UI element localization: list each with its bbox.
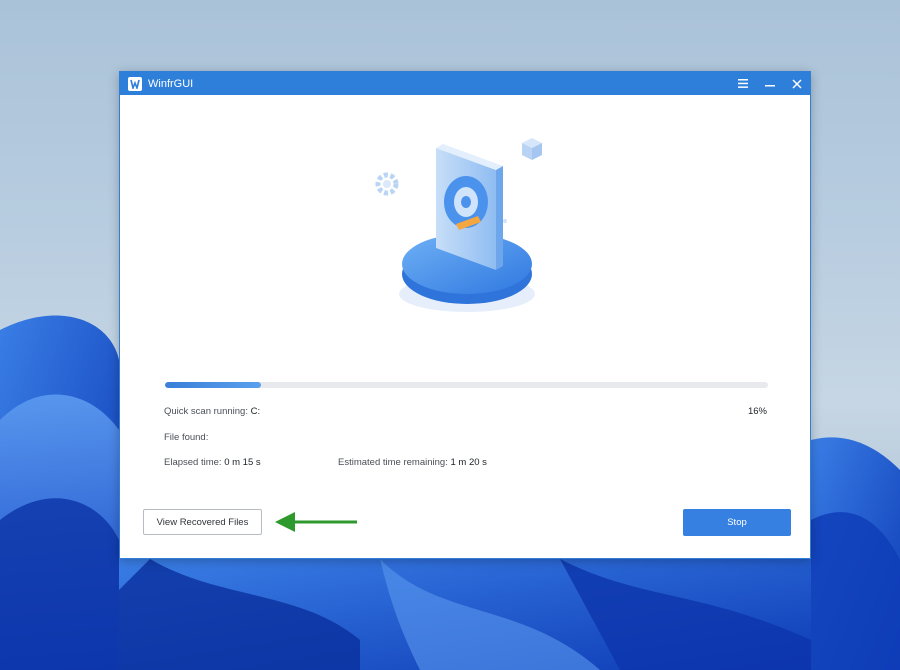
annotation-arrow-icon xyxy=(275,512,357,532)
elapsed-time-value: 0 m 15 s xyxy=(224,457,261,468)
menu-button[interactable] xyxy=(729,72,756,95)
close-icon xyxy=(791,78,802,89)
remaining-time-row: Estimated time remaining: 1 m 20 s xyxy=(338,457,487,468)
scan-progress-fill xyxy=(165,382,262,388)
elapsed-time-label: Elapsed time xyxy=(164,457,219,468)
file-found-label: File found xyxy=(164,432,206,443)
file-found-row: File found: xyxy=(164,432,209,443)
scan-status: Quick scan running: C: xyxy=(164,406,261,417)
close-button[interactable] xyxy=(783,72,810,95)
remaining-time-value: 1 m 20 s xyxy=(450,457,487,468)
winfrgui-window: WinfrGUI Quick scan running: C: 16% File… xyxy=(119,71,811,559)
scan-progress-percent: 16% xyxy=(747,406,767,417)
hard-drive-scan-illustration xyxy=(375,138,542,312)
titlebar: WinfrGUI xyxy=(120,72,810,95)
menu-icon xyxy=(737,79,748,88)
scan-progress-bar xyxy=(165,382,768,388)
winfr-app-icon xyxy=(128,76,142,91)
window-title: WinfrGUI xyxy=(148,77,194,90)
remaining-time-label: Estimated time remaining xyxy=(338,457,446,468)
view-recovered-files-button[interactable]: View Recovered Files xyxy=(143,509,262,535)
scan-status-value: C: xyxy=(250,406,261,417)
scan-status-label: Quick scan running xyxy=(164,406,246,417)
stop-button[interactable]: Stop xyxy=(683,509,791,536)
elapsed-time-row: Elapsed time: 0 m 15 s xyxy=(164,457,261,468)
minimize-button[interactable] xyxy=(756,72,783,95)
minimize-icon xyxy=(764,84,775,86)
